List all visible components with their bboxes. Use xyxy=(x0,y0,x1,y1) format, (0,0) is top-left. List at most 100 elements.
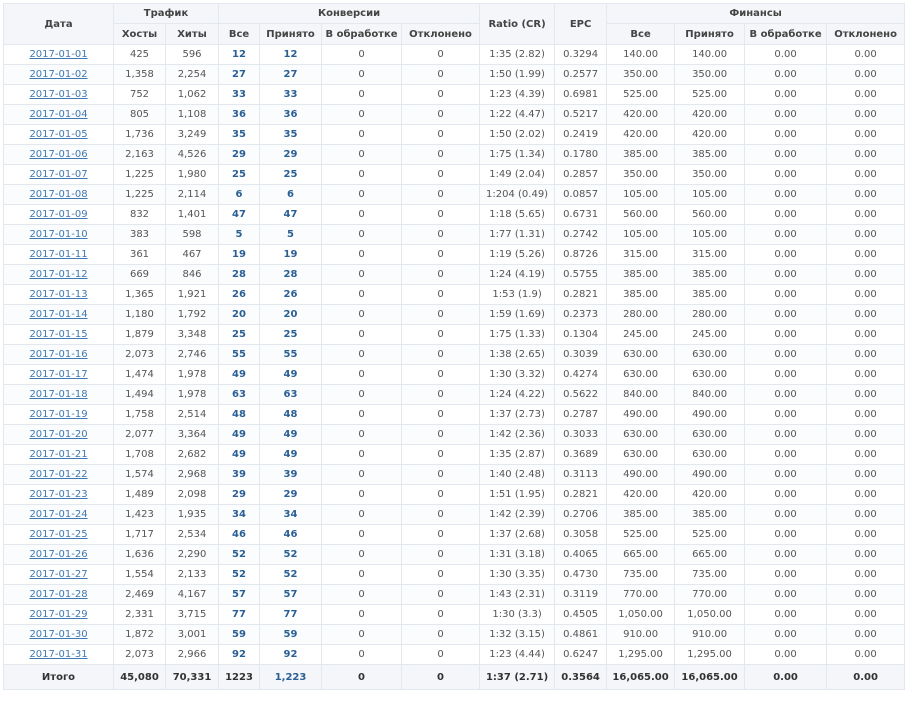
cell-fin-pending: 0.00 xyxy=(744,44,828,65)
date-link[interactable]: 2017-01-27 xyxy=(29,569,87,580)
table-row: 2017-01-13 1,365 1,921 26 26 0 0 1:53 (1.9) 0.28… xyxy=(3,284,906,305)
cell-epc: 0.3058 xyxy=(554,524,608,545)
cell-fin-accepted: 665.00 xyxy=(674,544,746,565)
col-conv-all-header[interactable]: Все xyxy=(218,23,261,45)
totals-epc: 0.3564 xyxy=(554,664,608,690)
date-link[interactable]: 2017-01-22 xyxy=(29,469,87,480)
col-conv-pending-header[interactable]: В обработке xyxy=(321,23,403,45)
date-link[interactable]: 2017-01-21 xyxy=(29,449,87,460)
cell-hits: 1,108 xyxy=(164,104,220,125)
cell-hits: 846 xyxy=(164,264,220,285)
cell-conv-pending: 0 xyxy=(321,504,403,525)
date-link[interactable]: 2017-01-18 xyxy=(29,389,87,400)
cell-fin-accepted: 350.00 xyxy=(674,164,746,185)
cell-fin-accepted: 630.00 xyxy=(674,424,746,445)
date-link[interactable]: 2017-01-02 xyxy=(29,69,87,80)
date-link[interactable]: 2017-01-08 xyxy=(29,189,87,200)
date-link[interactable]: 2017-01-13 xyxy=(29,289,87,300)
cell-ratio: 1:77 (1.31) xyxy=(479,224,556,245)
cell-conv-accepted: 25 xyxy=(259,324,323,345)
cell-conv-pending: 0 xyxy=(321,604,403,625)
cell-conv-all: 33 xyxy=(218,84,261,105)
date-link[interactable]: 2017-01-24 xyxy=(29,509,87,520)
cell-fin-all: 490.00 xyxy=(606,464,676,485)
date-link[interactable]: 2017-01-20 xyxy=(29,429,87,440)
cell-fin-pending: 0.00 xyxy=(744,164,828,185)
date-link[interactable]: 2017-01-19 xyxy=(29,409,87,420)
date-link[interactable]: 2017-01-09 xyxy=(29,209,87,220)
cell-conv-rejected: 0 xyxy=(401,224,481,245)
cell-conv-accepted: 92 xyxy=(259,644,323,665)
date-link[interactable]: 2017-01-07 xyxy=(29,169,87,180)
totals-hosts: 45,080 xyxy=(113,664,166,690)
date-link[interactable]: 2017-01-12 xyxy=(29,269,87,280)
col-date-header[interactable]: Дата xyxy=(3,3,114,45)
cell-fin-pending: 0.00 xyxy=(744,464,828,485)
cell-date: 2017-01-28 xyxy=(3,584,114,605)
totals-hits: 70,331 xyxy=(164,664,220,690)
cell-epc: 0.1304 xyxy=(554,324,608,345)
cell-conv-accepted: 63 xyxy=(259,384,323,405)
cell-fin-all: 350.00 xyxy=(606,64,676,85)
cell-conv-pending: 0 xyxy=(321,564,403,585)
col-conv-rejected-header[interactable]: Отклонено xyxy=(401,23,481,45)
col-fin-all-header[interactable]: Все xyxy=(606,23,676,45)
cell-conv-accepted: 28 xyxy=(259,264,323,285)
cell-fin-rejected: 0.00 xyxy=(826,224,906,245)
cell-conv-rejected: 0 xyxy=(401,424,481,445)
date-link[interactable]: 2017-01-14 xyxy=(29,309,87,320)
date-link[interactable]: 2017-01-25 xyxy=(29,529,87,540)
cell-hits: 1,401 xyxy=(164,204,220,225)
col-ratio-header[interactable]: Ratio (CR) xyxy=(479,3,556,45)
cell-ratio: 1:24 (4.19) xyxy=(479,264,556,285)
col-fin-accepted-header[interactable]: Принято xyxy=(674,23,746,45)
group-conversions-header: Конверсии xyxy=(218,3,481,24)
date-link[interactable]: 2017-01-11 xyxy=(29,249,87,260)
date-link[interactable]: 2017-01-30 xyxy=(29,629,87,640)
cell-fin-accepted: 525.00 xyxy=(674,84,746,105)
cell-conv-rejected: 0 xyxy=(401,544,481,565)
cell-fin-pending: 0.00 xyxy=(744,504,828,525)
col-fin-rejected-header[interactable]: Отклонено xyxy=(826,23,906,45)
cell-fin-all: 770.00 xyxy=(606,584,676,605)
cell-date: 2017-01-15 xyxy=(3,324,114,345)
date-link[interactable]: 2017-01-04 xyxy=(29,109,87,120)
cell-hosts: 1,494 xyxy=(113,384,166,405)
col-fin-pending-header[interactable]: В обработке xyxy=(744,23,828,45)
date-link[interactable]: 2017-01-29 xyxy=(29,609,87,620)
cell-fin-rejected: 0.00 xyxy=(826,124,906,145)
cell-fin-all: 630.00 xyxy=(606,424,676,445)
date-link[interactable]: 2017-01-16 xyxy=(29,349,87,360)
cell-conv-pending: 0 xyxy=(321,464,403,485)
date-link[interactable]: 2017-01-05 xyxy=(29,129,87,140)
date-link[interactable]: 2017-01-01 xyxy=(29,49,87,60)
col-epc-header[interactable]: EPC xyxy=(554,3,608,45)
date-link[interactable]: 2017-01-26 xyxy=(29,549,87,560)
cell-epc: 0.3033 xyxy=(554,424,608,445)
cell-fin-accepted: 350.00 xyxy=(674,64,746,85)
cell-epc: 0.2821 xyxy=(554,284,608,305)
date-link[interactable]: 2017-01-15 xyxy=(29,329,87,340)
cell-conv-all: 26 xyxy=(218,284,261,305)
date-link[interactable]: 2017-01-06 xyxy=(29,149,87,160)
cell-conv-pending: 0 xyxy=(321,304,403,325)
cell-ratio: 1:22 (4.47) xyxy=(479,104,556,125)
date-link[interactable]: 2017-01-17 xyxy=(29,369,87,380)
cell-conv-pending: 0 xyxy=(321,624,403,645)
date-link[interactable]: 2017-01-10 xyxy=(29,229,87,240)
date-link[interactable]: 2017-01-03 xyxy=(29,89,87,100)
cell-hits: 3,249 xyxy=(164,124,220,145)
cell-conv-pending: 0 xyxy=(321,204,403,225)
date-link[interactable]: 2017-01-31 xyxy=(29,649,87,660)
date-link[interactable]: 2017-01-23 xyxy=(29,489,87,500)
group-traffic-header: Трафик xyxy=(112,3,220,24)
cell-fin-all: 105.00 xyxy=(606,184,676,205)
cell-epc: 0.3689 xyxy=(554,444,608,465)
date-link[interactable]: 2017-01-28 xyxy=(29,589,87,600)
col-hosts-header[interactable]: Хосты xyxy=(113,23,166,45)
cell-fin-accepted: 630.00 xyxy=(674,444,746,465)
col-conv-accepted-header[interactable]: Принято xyxy=(259,23,323,45)
cell-date: 2017-01-12 xyxy=(3,264,114,285)
col-hits-header[interactable]: Хиты xyxy=(164,23,220,45)
cell-date: 2017-01-10 xyxy=(3,224,114,245)
